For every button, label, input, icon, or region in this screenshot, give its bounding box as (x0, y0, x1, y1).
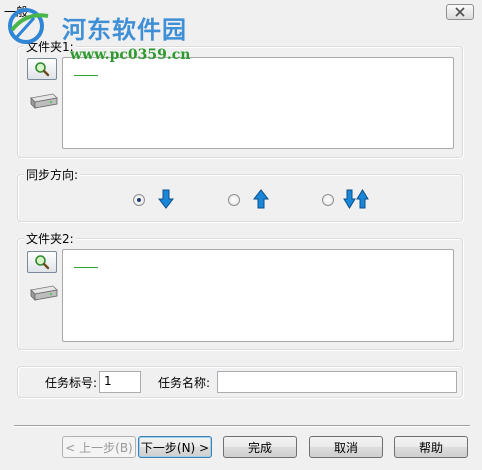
folder2-browse-button[interactable] (27, 251, 57, 273)
close-button[interactable] (446, 4, 474, 20)
sync-radio-both[interactable] (322, 194, 334, 206)
folder2-label: 文件夹2: (24, 230, 76, 247)
next-button[interactable]: 下一步(N) > (138, 436, 212, 458)
magnifier-icon (35, 255, 50, 270)
folder2-placeholder-line (74, 267, 98, 268)
cancel-button[interactable]: 取消 (309, 436, 383, 458)
arrow-up-icon (253, 189, 269, 209)
sync-radio-up[interactable] (228, 194, 240, 206)
folder1-list[interactable] (62, 57, 454, 149)
folder1-placeholder-line (74, 75, 98, 76)
sync-label: 同步方向: (24, 166, 81, 183)
arrow-bidirectional-icon (343, 189, 369, 209)
drive-icon (30, 93, 58, 109)
sync-radio-down[interactable] (133, 194, 145, 206)
footer-separator (14, 425, 470, 427)
watermark-logo-icon (8, 8, 49, 44)
prev-button[interactable]: < 上一步(B) (62, 436, 136, 458)
finish-button[interactable]: 完成 (223, 436, 297, 458)
watermark-title: 河东软件园 (62, 15, 187, 44)
sync-group (17, 174, 463, 222)
arrow-down-icon (158, 189, 174, 209)
close-icon (455, 7, 465, 17)
watermark-url: www.pc0359.cn (70, 47, 191, 63)
folder1-browse-button[interactable] (27, 58, 57, 80)
task-number-label: 任务标号: (45, 376, 98, 390)
help-button[interactable]: 帮助 (394, 436, 468, 458)
task-name-label: 任务名称: (158, 376, 211, 390)
task-number-field[interactable]: 1 (99, 371, 141, 393)
folder2-list[interactable] (62, 249, 454, 342)
drive-icon (30, 285, 58, 301)
task-name-field[interactable] (217, 371, 457, 393)
magnifier-icon (35, 62, 50, 77)
